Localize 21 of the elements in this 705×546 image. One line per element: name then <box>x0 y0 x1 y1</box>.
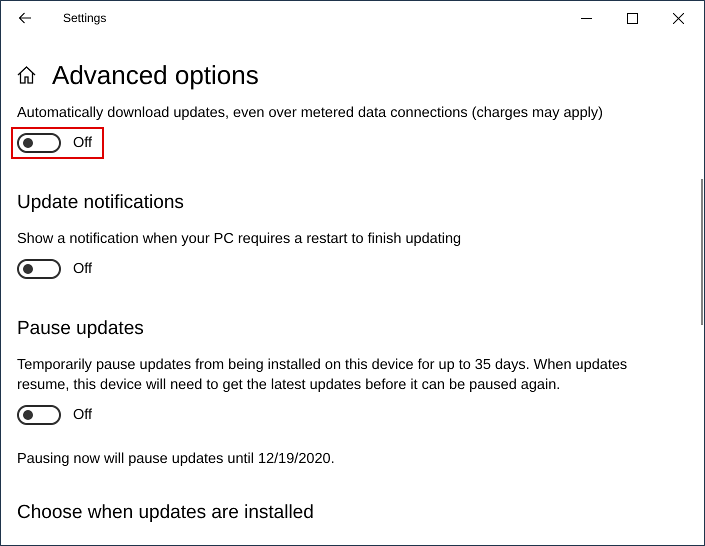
setting-description: Automatically download updates, even over metered data connections (charges may apply) <box>17 104 604 123</box>
toggle-switch[interactable] <box>17 133 61 153</box>
toggle-state-label: Off <box>73 407 92 423</box>
info-text: Pausing now will pause updates until 12/19/2020. <box>17 450 336 469</box>
close-icon <box>672 12 684 24</box>
section-heading: Update notifications <box>17 191 185 215</box>
toggle-state-label: Off <box>73 261 92 277</box>
window-title: Settings <box>63 11 106 25</box>
setting-description: Show a notification when your PC requires a restart to finish updating <box>17 230 462 249</box>
toggle-switch[interactable] <box>17 259 61 279</box>
scrollbar-thumb[interactable] <box>701 179 703 325</box>
section-heading: Choose when updates are installed <box>17 501 315 525</box>
toggle-state-label: Off <box>73 135 92 151</box>
maximize-icon <box>626 12 638 24</box>
home-icon <box>17 66 36 84</box>
back-arrow-icon <box>18 12 32 24</box>
home-button[interactable] <box>17 66 36 84</box>
section-heading: Pause updates <box>17 317 145 341</box>
toggle-switch[interactable] <box>17 405 61 425</box>
setting-description: Temporarily pause updates from being installed on this device for up to 35 days. When updates resume, this device will need to get the latest updates before it can be paused again. <box>17 356 628 395</box>
page-title: Advanced options <box>52 60 259 90</box>
